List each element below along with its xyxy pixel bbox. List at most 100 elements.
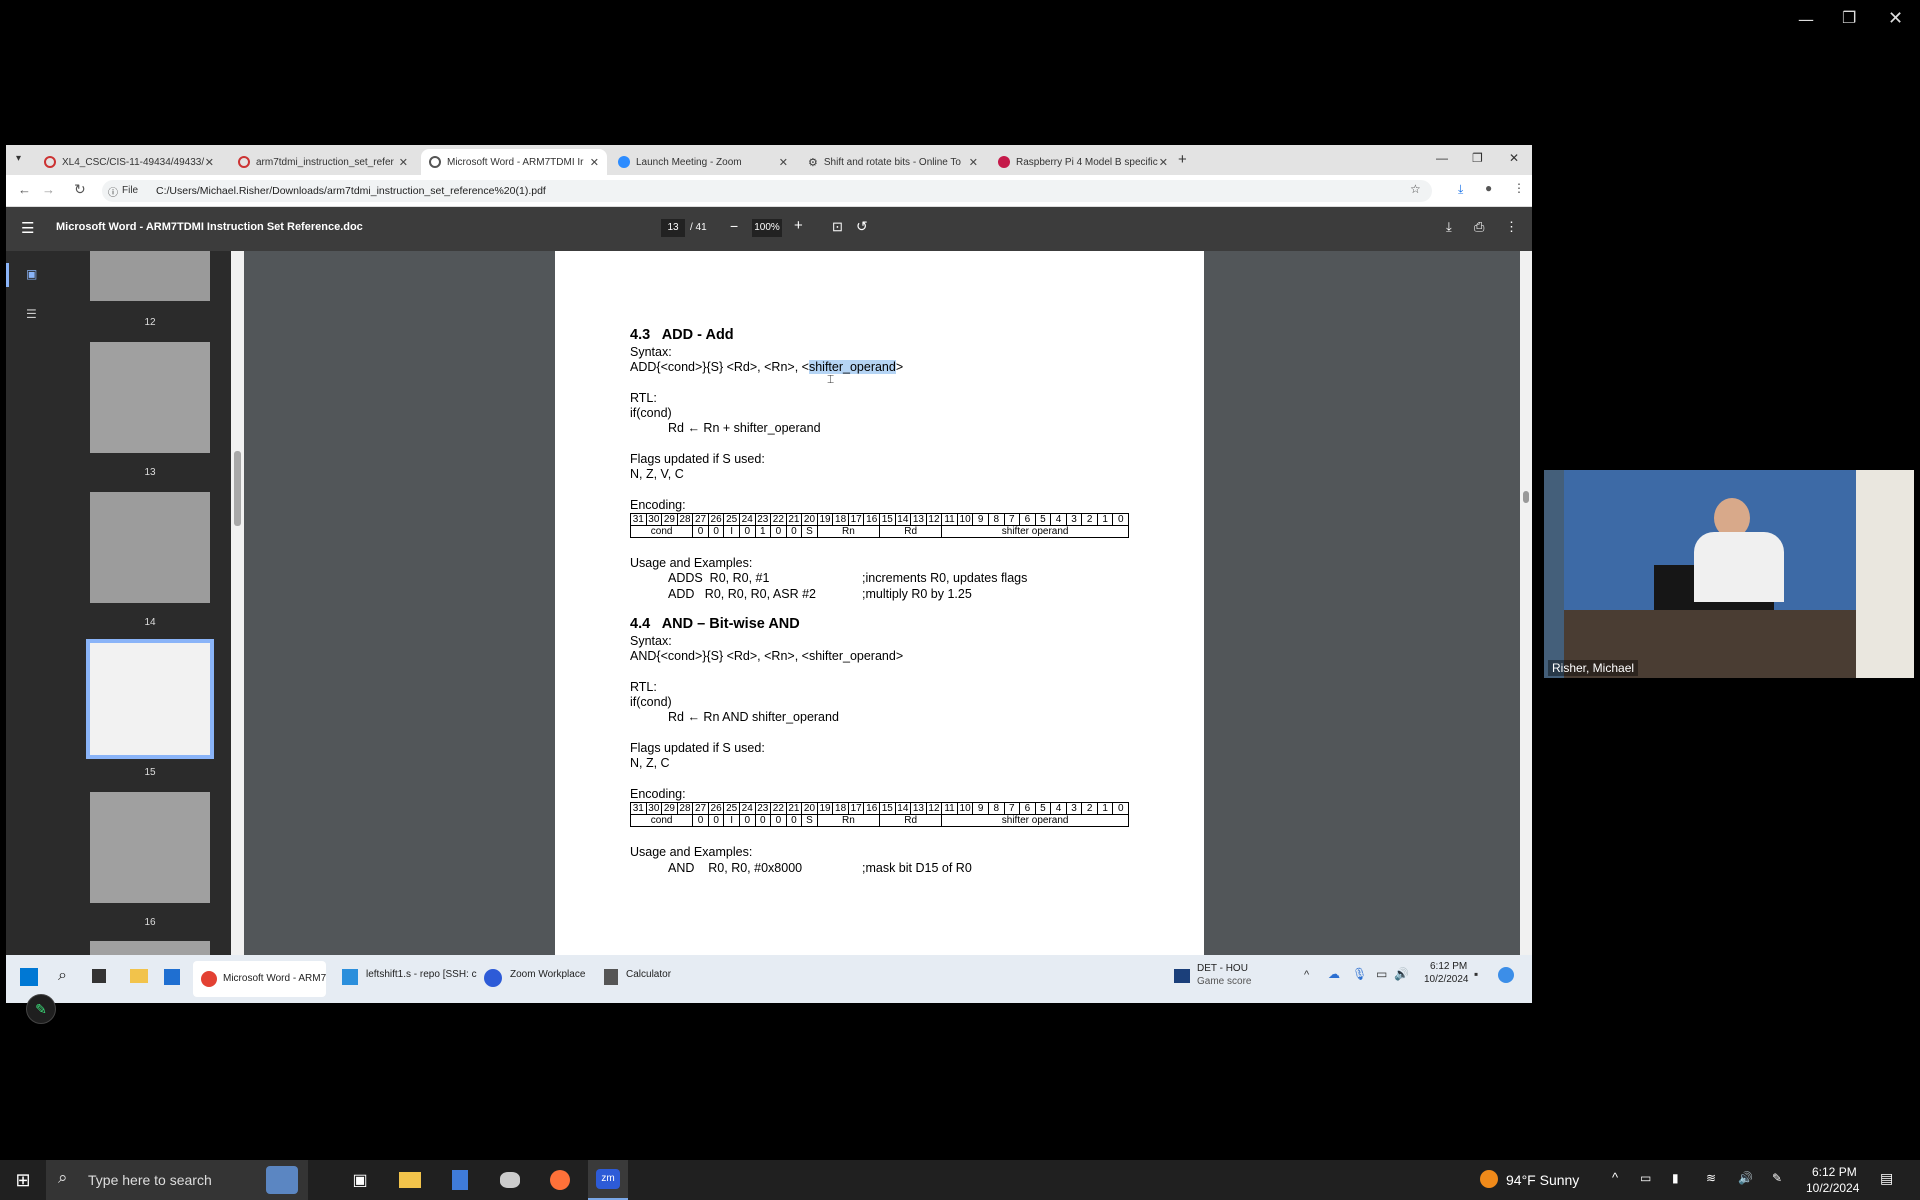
thumbnail-page-15-selected[interactable] bbox=[86, 639, 214, 759]
weather-icon[interactable] bbox=[1480, 1170, 1498, 1188]
volume-icon[interactable]: 🔊 bbox=[1394, 967, 1409, 981]
copilot-icon[interactable] bbox=[1498, 967, 1514, 983]
microphone-icon[interactable]: 🎙 bbox=[1352, 967, 1367, 981]
calculator-icon[interactable] bbox=[604, 969, 618, 985]
more-icon[interactable]: ⋮ bbox=[1505, 219, 1518, 235]
outline-icon[interactable]: ☰ bbox=[26, 307, 37, 321]
rotate-icon[interactable]: ↺ bbox=[856, 218, 868, 235]
minimize-icon[interactable]: — bbox=[1798, 10, 1814, 29]
tab-word[interactable]: Microsoft Word - ARM7TDMI Ir ✕ bbox=[421, 149, 607, 175]
thumbnail-label: 12 bbox=[144, 317, 156, 328]
download-icon[interactable]: ⤓ bbox=[1446, 219, 1452, 235]
annotate-pen-icon[interactable]: ✎ bbox=[26, 994, 56, 1024]
close-icon[interactable]: ✕ bbox=[1888, 8, 1903, 29]
chevron-up-icon[interactable]: ^ bbox=[1304, 969, 1309, 981]
search-box[interactable]: ⌕ Type here to search bbox=[46, 1160, 308, 1200]
network-icon[interactable]: ▭ bbox=[1376, 967, 1387, 981]
clock-time[interactable]: 6:12 PM bbox=[1430, 961, 1467, 972]
video-wall bbox=[1856, 470, 1914, 678]
thumbnail-page-14[interactable] bbox=[90, 492, 210, 603]
tab-arm7tdmi[interactable]: arm7tdmi_instruction_set_refer ✕ bbox=[230, 149, 416, 175]
encoding-field: S bbox=[801, 814, 818, 827]
weather-text[interactable]: 94°F Sunny bbox=[1506, 1172, 1579, 1188]
task-view-button[interactable]: ▣ bbox=[340, 1160, 380, 1200]
new-tab-icon[interactable]: + bbox=[1178, 151, 1187, 168]
clock-date[interactable]: 10/2/2024 bbox=[1424, 974, 1469, 985]
viewer-scrollbar[interactable] bbox=[1520, 251, 1532, 955]
thumbnail-page-13[interactable] bbox=[90, 342, 210, 453]
restore-icon[interactable]: ❐ bbox=[1472, 151, 1483, 165]
vscode-icon[interactable] bbox=[342, 969, 358, 985]
info-icon[interactable]: ⓘ bbox=[108, 184, 118, 199]
hamburger-icon[interactable]: ☰ bbox=[21, 219, 34, 237]
thumbnail-page-16[interactable] bbox=[90, 792, 210, 903]
meet-now-icon[interactable]: ▭ bbox=[1640, 1171, 1651, 1185]
windows-icon[interactable] bbox=[20, 968, 38, 986]
thumbnail-page-17[interactable] bbox=[90, 941, 210, 955]
file-explorer-button[interactable] bbox=[390, 1160, 430, 1200]
zoom-input[interactable]: 100% bbox=[752, 219, 782, 237]
bit-number: 9 bbox=[972, 513, 989, 526]
tab-xl4[interactable]: XL4_CSC/CIS-11-49434/49433/✕ bbox=[36, 149, 222, 175]
tab-shift[interactable]: ⚙ Shift and rotate bits - Online To ✕ bbox=[800, 149, 986, 175]
notification-icon[interactable]: ▪ bbox=[1474, 967, 1478, 981]
fit-page-icon[interactable]: ⊡ bbox=[832, 219, 843, 235]
print-icon[interactable]: ⎙ bbox=[1474, 219, 1484, 235]
store-icon[interactable] bbox=[164, 969, 180, 985]
zoom-out-icon[interactable]: − bbox=[730, 218, 738, 234]
thumbnail-page-12[interactable] bbox=[90, 251, 210, 301]
selected-text[interactable]: shifter_operand bbox=[808, 360, 896, 374]
close-icon[interactable]: ✕ bbox=[1159, 156, 1168, 169]
pen-icon[interactable]: ✎ bbox=[1772, 1171, 1782, 1185]
taskbar-label[interactable]: Zoom Workplace bbox=[510, 969, 585, 980]
minimize-icon[interactable]: — bbox=[1436, 151, 1448, 165]
folder-icon[interactable] bbox=[130, 969, 148, 983]
scroll-thumb[interactable] bbox=[1523, 491, 1529, 503]
restore-icon[interactable]: ❐ bbox=[1842, 8, 1856, 27]
sports-teams[interactable]: DET - HOU bbox=[1197, 963, 1248, 974]
tab-search-icon[interactable]: ▾ bbox=[16, 153, 21, 164]
zoom-in-icon[interactable]: + bbox=[794, 217, 803, 234]
back-icon[interactable]: ← bbox=[18, 182, 31, 197]
notifications-icon[interactable]: ▤ bbox=[1880, 1170, 1893, 1187]
volume-icon[interactable]: 🔊 bbox=[1738, 1171, 1753, 1185]
tab-zoom[interactable]: Launch Meeting - Zoom ✕ bbox=[610, 149, 796, 175]
wifi-icon[interactable]: ≋ bbox=[1706, 1171, 1716, 1185]
clock-time[interactable]: 6:12 PM bbox=[1812, 1165, 1857, 1179]
close-icon[interactable]: ✕ bbox=[205, 156, 214, 169]
download-icon[interactable]: ⤓ bbox=[1458, 182, 1463, 197]
close-icon[interactable]: ✕ bbox=[590, 156, 599, 169]
paint-button[interactable] bbox=[490, 1160, 530, 1200]
reload-icon[interactable]: ↻ bbox=[74, 181, 86, 198]
calculator-button[interactable] bbox=[440, 1160, 480, 1200]
profile-icon[interactable]: ● bbox=[1485, 181, 1492, 195]
close-icon[interactable]: ✕ bbox=[1509, 151, 1519, 165]
start-button[interactable]: ⊞ bbox=[0, 1160, 46, 1200]
zoom-taskbar-button[interactable]: zm bbox=[588, 1160, 628, 1200]
tab-raspberry[interactable]: Raspberry Pi 4 Model B specific ✕ bbox=[990, 149, 1176, 175]
file-icon[interactable] bbox=[92, 969, 106, 983]
menu-icon[interactable]: ⋮ bbox=[1513, 181, 1525, 195]
clock-date[interactable]: 10/2/2024 bbox=[1806, 1181, 1859, 1195]
taskbar-label[interactable]: leftshift1.s - repo [SSH: c bbox=[366, 969, 477, 980]
thumbnails-icon[interactable]: ▣ bbox=[26, 267, 37, 281]
chevron-up-icon[interactable]: ^ bbox=[1612, 1170, 1618, 1185]
search-icon[interactable]: ⌕ bbox=[58, 967, 67, 985]
forward-icon[interactable]: → bbox=[42, 182, 55, 197]
close-icon[interactable]: ✕ bbox=[779, 156, 788, 169]
battery-icon[interactable]: ▮ bbox=[1672, 1171, 1679, 1185]
scroll-thumb[interactable] bbox=[234, 451, 241, 526]
taskbar-chrome[interactable]: Microsoft Word - ARM7 bbox=[193, 961, 326, 997]
bookmark-star-icon[interactable]: ☆ bbox=[1410, 182, 1421, 196]
close-icon[interactable]: ✕ bbox=[399, 156, 408, 169]
page-number-input[interactable]: 13 bbox=[661, 219, 685, 237]
close-icon[interactable]: ✕ bbox=[969, 156, 978, 169]
task-view-icon: ▣ bbox=[352, 1172, 368, 1189]
sidebar-scrollbar[interactable] bbox=[231, 251, 244, 955]
url-field[interactable]: ⓘ File C:/Users/Michael.Risher/Downloads… bbox=[102, 180, 1432, 202]
url-text[interactable]: C:/Users/Michael.Risher/Downloads/arm7td… bbox=[156, 185, 546, 197]
zoom-icon[interactable] bbox=[484, 969, 502, 987]
onedrive-icon[interactable]: ☁ bbox=[1328, 967, 1340, 981]
firefox-button[interactable] bbox=[540, 1160, 580, 1200]
taskbar-label[interactable]: Calculator bbox=[626, 969, 671, 980]
